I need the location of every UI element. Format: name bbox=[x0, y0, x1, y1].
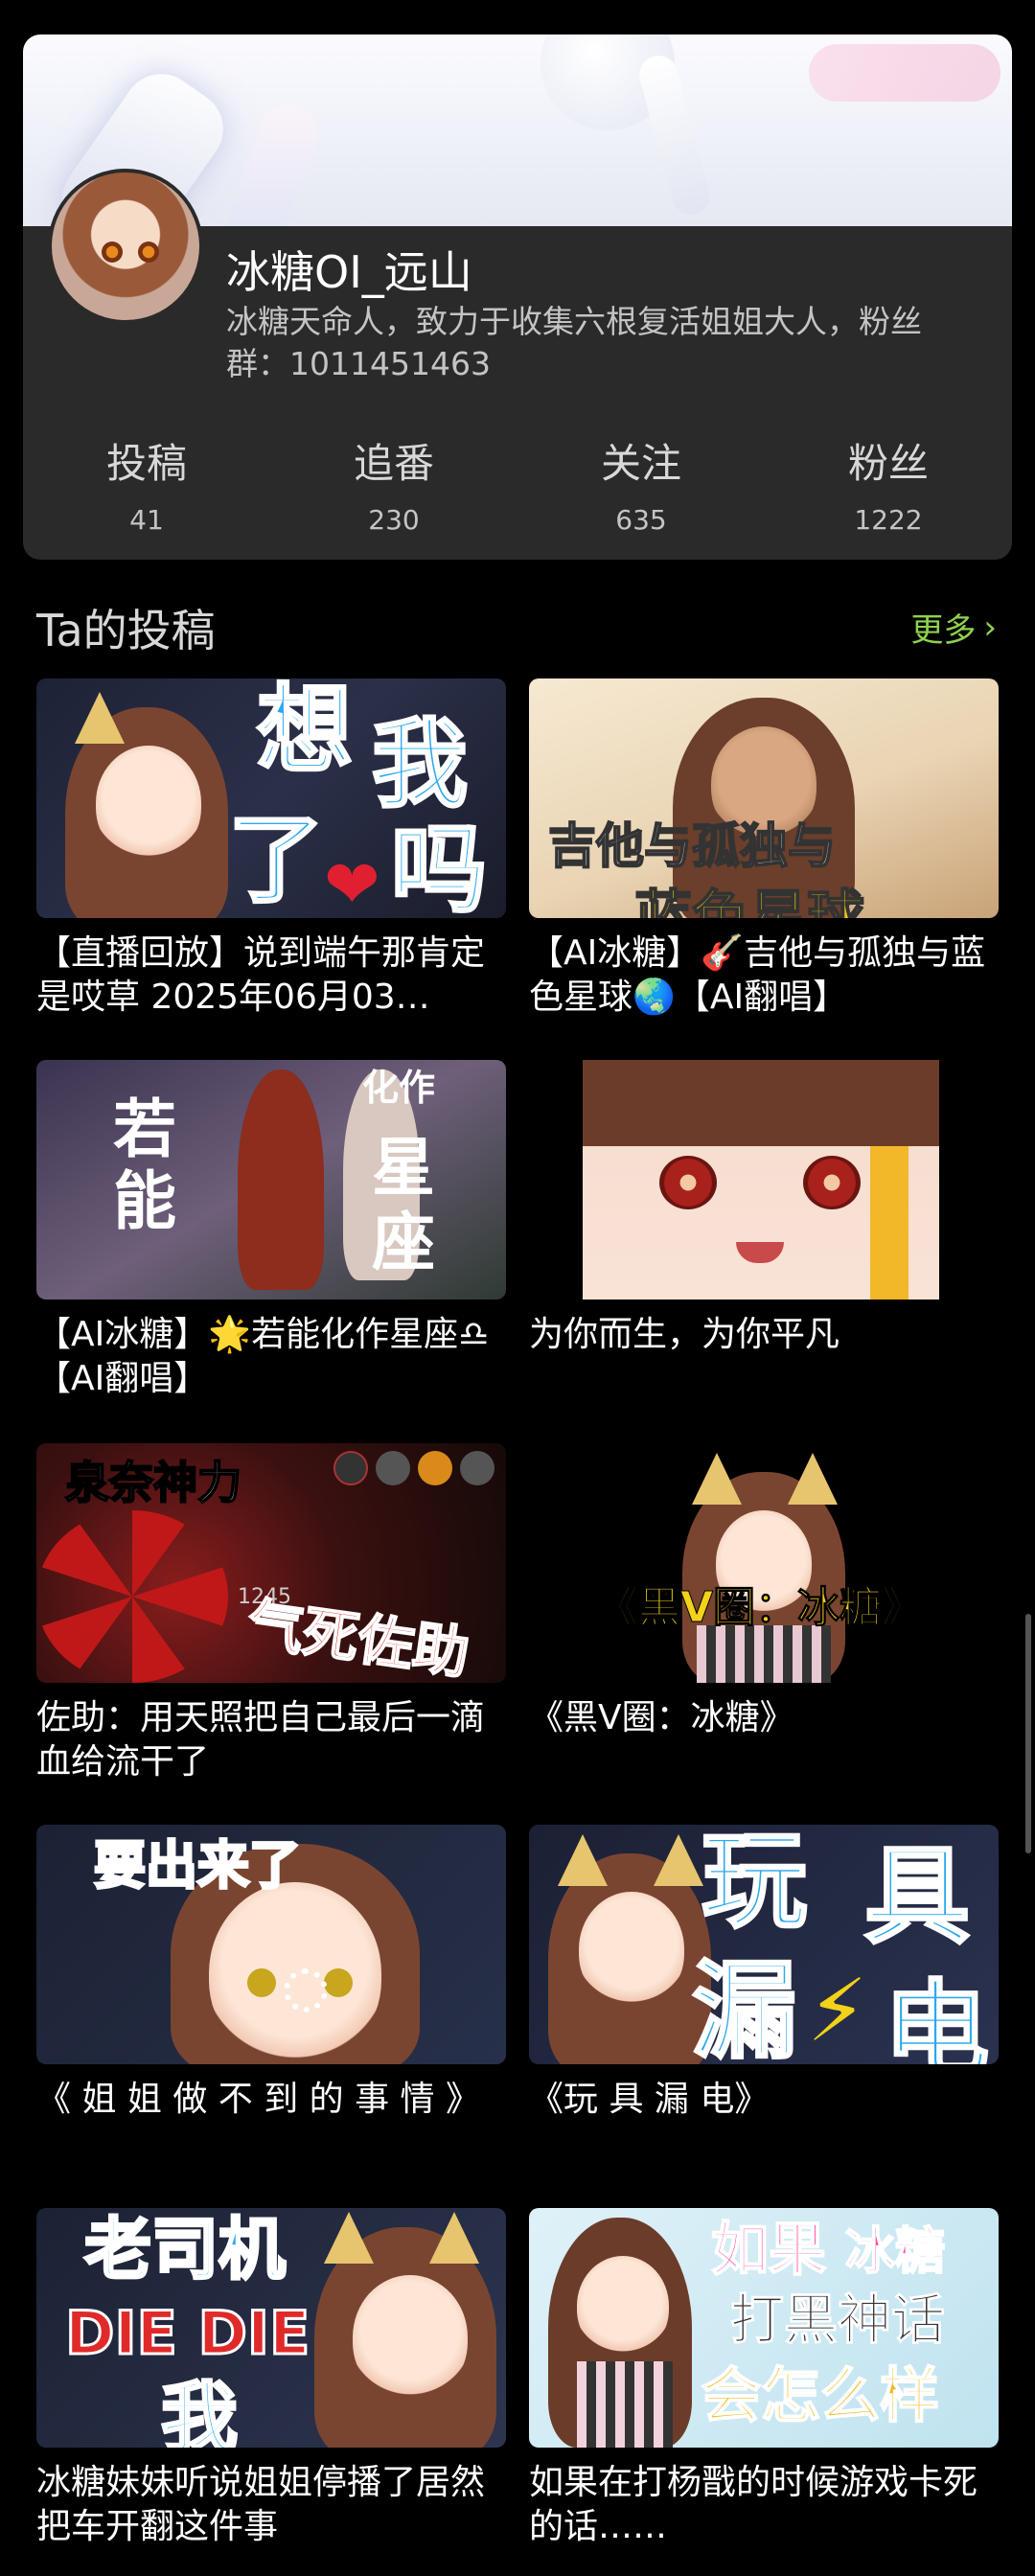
thumb-text: 老司机 bbox=[83, 2210, 288, 2288]
video-thumbnail: 泉奈神力 1245 气死佐助 bbox=[36, 1443, 506, 1683]
stat-following[interactable]: 关注 635 bbox=[518, 437, 765, 542]
video-title: 【AI冰糖】🌟若能化作星座♎【AI翻唱】 bbox=[36, 1315, 490, 1398]
stat-value: 41 bbox=[129, 504, 164, 536]
user-space-page: 冰糖OI_远山 冰糖天命人，致力于收集六根复活姐姐大人，粉丝群：10114514… bbox=[0, 0, 1035, 2576]
video-thumbnail: 想 我 了 ❤ 吗 bbox=[36, 678, 506, 918]
more-button[interactable]: 更多 › bbox=[910, 604, 997, 651]
avatar[interactable] bbox=[48, 169, 203, 324]
loading-spinner-icon bbox=[284, 1968, 328, 2012]
video-card[interactable]: 《黑V圈：冰糖》 《黑V圈：冰糖》 bbox=[529, 1443, 999, 1740]
thumb-text: DIE DIE bbox=[63, 2298, 310, 2368]
thumb-text: 吗 bbox=[390, 814, 489, 918]
video-thumbnail: 吉他与孤独与 蓝色星球 bbox=[529, 678, 999, 918]
stat-following-anime[interactable]: 追番 230 bbox=[270, 437, 518, 542]
thumb-text: 想 bbox=[256, 678, 355, 786]
thumb-text: 化作 bbox=[362, 1067, 436, 1109]
video-title: 《玩 具 漏 电》 bbox=[529, 2080, 770, 2119]
video-thumbnail: 如果 冰糖 打黑神话 会怎么样 bbox=[529, 2208, 999, 2448]
thumb-text: 星 bbox=[372, 1131, 435, 1205]
username: 冰糖OI_远山 bbox=[226, 246, 472, 298]
video-title: 《 姐 姐 做 不 到 的 事 情 》 bbox=[36, 2080, 480, 2119]
video-title: 佐助：用天照把自己最后一滴血给流干了 bbox=[36, 1698, 486, 1782]
thumb-text: 漏 bbox=[691, 1950, 799, 2065]
video-title: 【直播回放】说到端午那肯定是哎草 2025年06月03… bbox=[36, 933, 486, 1017]
thumb-text: 如果 bbox=[710, 2217, 827, 2284]
stat-label: 粉丝 bbox=[847, 440, 929, 487]
video-thumbnail bbox=[529, 1060, 999, 1300]
video-title: 如果在打杨戬的时候游戏卡死的话…… bbox=[529, 2463, 978, 2546]
video-title: 为你而生，为你平凡 bbox=[529, 1315, 840, 1354]
bio: 冰糖天命人，致力于收集六根复活姐姐大人，粉丝群：1011451463 bbox=[226, 303, 922, 382]
chevron-right-icon: › bbox=[983, 608, 997, 647]
video-card[interactable]: 泉奈神力 1245 气死佐助 佐助：用天照把自己最后一滴血给流干了 bbox=[36, 1443, 506, 1784]
thumb-text: 要出来了 bbox=[93, 1835, 303, 1896]
video-thumbnail: 老司机 DIE DIE 我 bbox=[36, 2208, 506, 2448]
thumb-text: 蓝色星球 bbox=[633, 885, 865, 918]
thumb-text: 座 bbox=[372, 1206, 435, 1279]
profile-card: 冰糖OI_远山 冰糖天命人，致力于收集六根复活姐姐大人，粉丝群：10114514… bbox=[23, 34, 1012, 560]
video-title: 《黑V圈：冰糖》 bbox=[529, 1698, 794, 1737]
thumb-text: 我 bbox=[160, 2374, 240, 2448]
video-card[interactable]: 玩 具 漏 ⚡ 电 《玩 具 漏 电》 bbox=[529, 1825, 999, 2122]
lightning-icon: ⚡ bbox=[807, 1961, 868, 2061]
thumb-text: 了 bbox=[227, 804, 326, 916]
thumb-text: 玩 bbox=[701, 1825, 809, 1943]
thumb-text: 若 bbox=[113, 1092, 176, 1166]
thumb-text: 能 bbox=[113, 1164, 176, 1238]
video-thumbnail: 要出来了 bbox=[36, 1825, 506, 2064]
video-card[interactable]: 老司机 DIE DIE 我 冰糖妹妹听说姐姐停播了居然把车开翻这件事 bbox=[36, 2208, 506, 2549]
stat-label: 追番 bbox=[353, 440, 434, 487]
thumb-text: 打黑神话 bbox=[730, 2289, 946, 2352]
more-label: 更多 bbox=[910, 611, 977, 650]
thumb-text: 《黑V圈：冰糖》 bbox=[595, 1583, 925, 1632]
thumb-text: 我 bbox=[371, 708, 470, 820]
video-card[interactable]: 吉他与孤独与 蓝色星球 【AI冰糖】🎸吉他与孤独与蓝色星球🌏【AI翻唱】 bbox=[529, 678, 999, 1020]
video-card[interactable]: 若 能 化作 星 座 【AI冰糖】🌟若能化作星座♎【AI翻唱】 bbox=[36, 1060, 506, 1401]
heart-icon: ❤ bbox=[324, 845, 380, 918]
stat-value: 635 bbox=[615, 504, 667, 536]
video-card[interactable]: 要出来了 《 姐 姐 做 不 到 的 事 情 》 bbox=[36, 1825, 506, 2122]
thumb-text: 泉奈神力 bbox=[64, 1457, 242, 1508]
stat-label: 投稿 bbox=[105, 440, 187, 487]
section-title: Ta的投稿 bbox=[36, 605, 216, 656]
stat-followers[interactable]: 粉丝 1222 bbox=[765, 437, 1012, 542]
thumb-text: 会怎么样 bbox=[701, 2360, 940, 2430]
thumb-text: 吉他与孤独与 bbox=[547, 818, 837, 874]
thumb-text: 具 bbox=[863, 1835, 972, 1958]
stat-value: 1222 bbox=[854, 504, 923, 536]
thumb-text: 电 bbox=[883, 1969, 991, 2065]
profile-stats: 投稿 41 追番 230 关注 635 粉丝 1222 bbox=[23, 437, 1012, 542]
stat-label: 关注 bbox=[600, 440, 681, 487]
thumb-text: 气死佐助 bbox=[242, 1590, 473, 1683]
thumb-text: 冰糖 bbox=[844, 2223, 946, 2281]
video-title: 【AI冰糖】🎸吉他与孤独与蓝色星球🌏【AI翻唱】 bbox=[529, 933, 986, 1017]
video-card[interactable]: 如果 冰糖 打黑神话 会怎么样 如果在打杨戬的时候游戏卡死的话…… bbox=[529, 2208, 999, 2549]
stat-value: 230 bbox=[368, 504, 420, 536]
video-thumbnail: 若 能 化作 星 座 bbox=[36, 1060, 506, 1300]
video-thumbnail: 《黑V圈：冰糖》 bbox=[529, 1443, 999, 1683]
scrollbar[interactable] bbox=[1025, 1614, 1031, 1853]
video-card[interactable]: 想 我 了 ❤ 吗 【直播回放】说到端午那肯定是哎草 2025年06月03… bbox=[36, 678, 506, 1020]
stat-submissions[interactable]: 投稿 41 bbox=[23, 437, 270, 542]
video-thumbnail: 玩 具 漏 ⚡ 电 bbox=[529, 1825, 999, 2064]
video-card[interactable]: 为你而生，为你平凡 bbox=[529, 1060, 999, 1357]
video-title: 冰糖妹妹听说姐姐停播了居然把车开翻这件事 bbox=[36, 2463, 486, 2546]
